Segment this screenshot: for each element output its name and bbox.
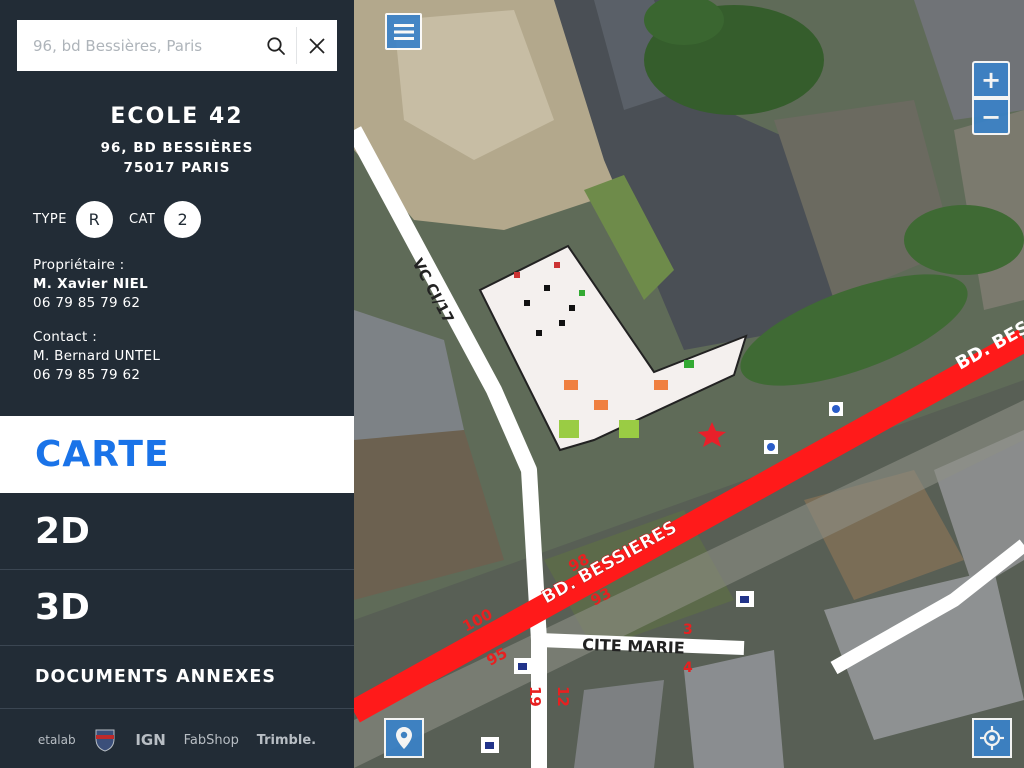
logo-fabshop: FabShop — [183, 732, 239, 748]
search-box — [17, 20, 337, 71]
label-cite: CITE MARIE — [582, 635, 685, 658]
logo-etalab: etalab — [37, 733, 76, 747]
category-label: CAT — [128, 211, 156, 227]
menu-item-2d[interactable]: 2D — [0, 494, 354, 570]
hamburger-menu-button[interactable] — [385, 13, 422, 50]
label-num-19: 19 — [526, 686, 544, 707]
search-button[interactable] — [256, 20, 296, 71]
app-root: ECOLE 42 96, BD BESSIÈRES 75017 PARIS TY… — [0, 0, 1024, 768]
sidebar: ECOLE 42 96, BD BESSIÈRES 75017 PARIS TY… — [0, 0, 354, 768]
map-view[interactable]: BD. BESSIERES BD. BESS VC CI/17 CITE MAR… — [354, 0, 1024, 768]
type-label: TYPE — [33, 211, 67, 227]
contact-name: M. Bernard UNTEL — [33, 348, 161, 364]
pompiers-crest-icon — [95, 729, 115, 752]
contact-phone: 06 79 85 79 62 — [33, 367, 141, 383]
close-icon — [309, 37, 325, 54]
recenter-button[interactable] — [972, 718, 1012, 758]
partner-logos: etalab IGN FabShop Trimble. — [0, 720, 354, 760]
label-num-3: 3 — [683, 622, 693, 638]
owner-label: Propriétaire : — [33, 257, 125, 273]
school-name: ECOLE 42 — [110, 104, 244, 129]
owner-phone: 06 79 85 79 62 — [33, 295, 141, 311]
contact-label: Contact : — [33, 329, 98, 345]
owner-block: Propriétaire : M. Xavier NIEL 06 79 85 7… — [33, 256, 148, 313]
clear-search-button[interactable] — [297, 20, 337, 71]
logo-ign: IGN — [135, 731, 166, 749]
hamburger-icon — [393, 23, 414, 40]
address-line-1: 96, BD BESSIÈRES — [100, 140, 254, 156]
zoom-in-button[interactable]: + — [972, 61, 1010, 98]
search-icon — [267, 36, 286, 55]
type-category-row: TYPE R CAT 2 — [33, 200, 202, 238]
menu-item-documents[interactable]: DOCUMENTS ANNEXES — [0, 646, 354, 709]
location-pin-icon — [396, 727, 412, 749]
crosshair-icon — [980, 726, 1004, 750]
logo-trimble: Trimble. — [256, 732, 317, 748]
type-badge: R — [75, 200, 113, 238]
menu-item-carte[interactable]: CARTE — [0, 416, 354, 493]
contact-block: Contact : M. Bernard UNTEL 06 79 85 79 6… — [33, 328, 160, 385]
menu-item-3d[interactable]: 3D — [0, 570, 354, 646]
address-line-2: 75017 PARIS — [123, 160, 231, 176]
label-num-4: 4 — [683, 660, 693, 676]
label-num-12: 12 — [554, 686, 572, 707]
aerial-map: BD. BESSIERES BD. BESS VC CI/17 CITE MAR… — [354, 0, 1024, 768]
zoom-out-button[interactable]: − — [972, 98, 1010, 135]
search-input[interactable] — [17, 20, 257, 71]
owner-name: M. Xavier NIEL — [33, 276, 149, 292]
location-pin-button[interactable] — [384, 718, 424, 758]
category-badge: 2 — [164, 200, 202, 238]
